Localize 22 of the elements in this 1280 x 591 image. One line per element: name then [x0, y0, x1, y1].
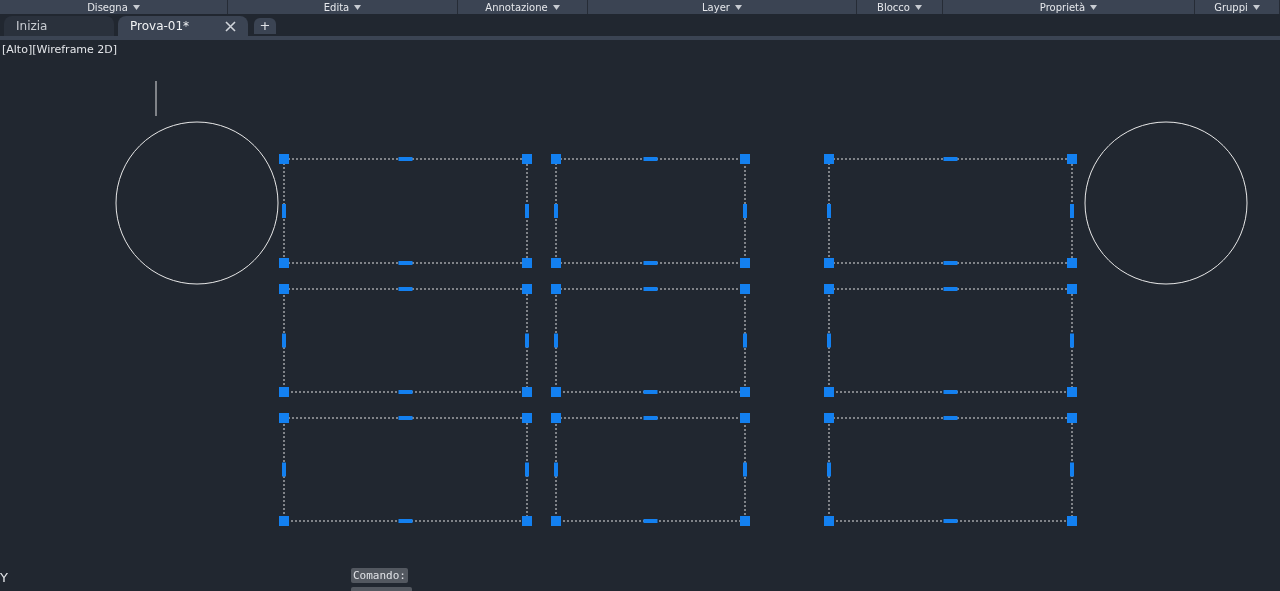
command-prompt: Comando: — [351, 568, 408, 583]
file-tab[interactable]: Inizia — [4, 16, 114, 36]
caret-icon — [132, 4, 140, 10]
ribbon-panel-title[interactable]: Layer — [588, 0, 857, 14]
caret-icon — [734, 4, 742, 10]
caret-icon — [354, 4, 362, 10]
caret-icon — [1090, 4, 1098, 10]
ribbon-panel-title[interactable]: Annotazione — [458, 0, 588, 14]
new-tab-button[interactable]: + — [254, 18, 276, 34]
ribbon-panel-title[interactable]: Blocco — [857, 0, 943, 14]
ribbon-panel-title[interactable]: Edita — [228, 0, 458, 14]
caret-icon — [914, 4, 922, 10]
axis-label: Y — [0, 570, 8, 585]
caret-icon — [1252, 4, 1260, 10]
caret-icon — [552, 4, 560, 10]
ribbon-panel-title[interactable]: Gruppi — [1195, 0, 1280, 14]
file-tab[interactable]: Prova-01* — [118, 16, 248, 36]
close-icon[interactable] — [225, 20, 236, 32]
ribbon-panel-title[interactable]: Disegna — [0, 0, 228, 14]
viewport-label[interactable]: [Alto][Wireframe 2D] — [2, 43, 118, 56]
cursor-line — [155, 80, 157, 117]
ribbon-panel-title[interactable]: Proprietà — [943, 0, 1195, 14]
